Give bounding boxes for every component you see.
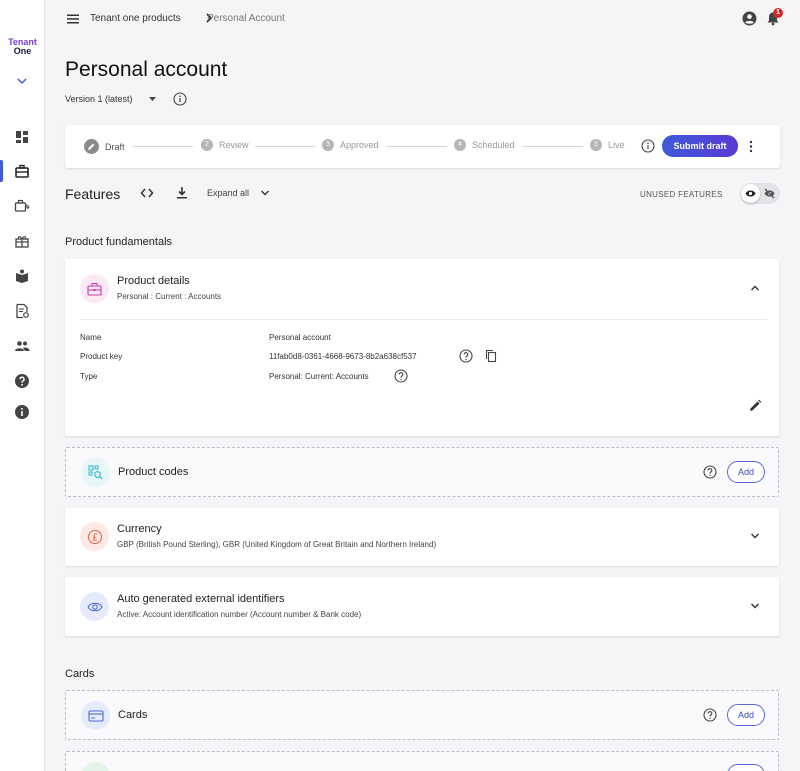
logo-line2: One (13, 46, 32, 56)
detail-label-product-key: Product key (80, 352, 123, 361)
download-icon[interactable] (176, 186, 188, 199)
identifiers-title: Auto generated external identifiers (117, 593, 285, 605)
product-codes-title: Product codes (118, 466, 189, 478)
active-indicator (0, 160, 3, 182)
detail-value-name: Personal account (269, 333, 331, 342)
cards-feature-title: Cards (118, 709, 148, 721)
identifiers-subtitle: Active: Account identification number (A… (117, 610, 362, 619)
notification-badge: 1 (773, 8, 783, 18)
section-product-fundamentals: Product fundamentals (65, 236, 173, 248)
eye-icon (741, 184, 760, 203)
chevron-up-icon[interactable] (750, 284, 760, 292)
dashboard-icon[interactable] (14, 129, 30, 145)
help-outline-icon[interactable] (459, 349, 473, 363)
step-connector (255, 146, 315, 147)
product-details-title: Product details (117, 275, 190, 287)
tenant-logo[interactable]: Tenant One (0, 38, 45, 56)
step-label: Approved (340, 140, 379, 150)
currency-subtitle: GBP (British Pound Sterling), GBR (Unite… (117, 540, 437, 549)
step-draft: Draft (84, 139, 125, 154)
step-review: 2 Review (201, 139, 249, 151)
svg-text:£: £ (91, 532, 97, 543)
sidebar: Tenant One (0, 0, 45, 771)
caret-down-icon[interactable] (148, 95, 157, 103)
unused-features-label: UNUSED FEATURES (640, 190, 723, 199)
code-icon[interactable] (140, 187, 154, 199)
briefcase-icon[interactable] (14, 163, 30, 179)
briefcase-wireless-icon[interactable] (14, 198, 30, 214)
version-select[interactable]: Version 1 (latest) (65, 94, 133, 104)
document-settings-icon[interactable] (14, 303, 30, 319)
more-vertical-icon[interactable] (748, 140, 754, 153)
step-label: Review (219, 140, 249, 150)
credit-card-icon (81, 701, 110, 730)
gift-icon[interactable] (14, 233, 30, 249)
step-live: 5 Live (590, 139, 625, 151)
submit-draft-button[interactable]: Submit draft (662, 135, 738, 157)
unused-features-toggle[interactable] (740, 183, 780, 204)
detail-value-type: Personal: Current: Accounts (269, 372, 369, 381)
breadcrumb-root[interactable]: Tenant one products (90, 13, 181, 24)
next-feature-card (65, 751, 779, 771)
expand-all-button[interactable]: Expand all (207, 188, 249, 198)
detail-value-product-key: 11fab0d8-0361-4668-9673-8b2a638cf537 (269, 352, 417, 361)
eye-off-icon (764, 188, 775, 199)
book-icon[interactable] (14, 268, 30, 284)
chevron-down-icon[interactable] (750, 532, 760, 540)
divider (80, 319, 767, 320)
info-outline-icon[interactable] (173, 92, 187, 106)
step-label: Scheduled (472, 140, 515, 150)
add-button[interactable] (727, 764, 765, 771)
currency-icon: £ (80, 522, 109, 551)
currency-card[interactable]: £ Currency GBP (British Pound Sterling),… (65, 508, 779, 566)
product-details-subtitle: Personal : Current : Accounts (117, 292, 222, 301)
pencil-icon (84, 139, 99, 154)
product-codes-card: Product codes Add (65, 447, 779, 497)
chevron-down-icon[interactable] (15, 74, 29, 88)
step-number: 4 (454, 139, 466, 151)
briefcase-icon (80, 274, 109, 303)
detail-label-name: Name (80, 333, 102, 342)
step-label: Draft (105, 141, 125, 152)
currency-title: Currency (117, 523, 162, 535)
add-product-codes-button[interactable]: Add (727, 461, 765, 483)
step-label: Live (608, 140, 625, 150)
page-title: Personal account (65, 58, 228, 81)
section-cards: Cards (65, 668, 95, 680)
chevron-down-icon[interactable] (750, 602, 760, 610)
step-number: 3 (322, 139, 334, 151)
info-icon[interactable] (14, 404, 30, 420)
qr-search-icon (81, 458, 110, 487)
menu-icon[interactable] (66, 12, 80, 26)
edit-icon[interactable] (748, 399, 762, 413)
info-outline-icon[interactable] (641, 139, 655, 153)
step-scheduled: 4 Scheduled (454, 139, 515, 151)
cards-feature-card: Cards Add (65, 690, 779, 740)
feature-icon (81, 762, 110, 771)
breadcrumb-current: Personal Account (207, 13, 285, 24)
top-bar: Tenant one products Personal Account 1 (45, 0, 800, 40)
product-details-card: Product details Personal : Current : Acc… (65, 259, 779, 436)
add-cards-button[interactable]: Add (727, 704, 765, 726)
eye-icon (80, 592, 109, 621)
account-icon[interactable] (742, 11, 757, 26)
step-connector (133, 146, 193, 147)
copy-icon[interactable] (484, 349, 498, 363)
chevron-down-icon[interactable] (260, 189, 270, 197)
step-approved: 3 Approved (322, 139, 379, 151)
detail-label-type: Type (80, 372, 98, 381)
step-number: 5 (590, 139, 602, 151)
workflow-stepper: Draft 2 Review 3 Approved 4 Scheduled 5 … (65, 125, 780, 168)
external-identifiers-card[interactable]: Auto generated external identifiers Acti… (65, 577, 779, 636)
help-icon[interactable] (14, 373, 30, 389)
step-connector (387, 146, 447, 147)
help-outline-icon[interactable] (703, 465, 717, 479)
help-outline-icon[interactable] (703, 708, 717, 722)
step-connector (523, 146, 583, 147)
step-number: 2 (201, 139, 213, 151)
people-icon[interactable] (14, 338, 30, 354)
help-outline-icon[interactable] (394, 369, 408, 383)
features-title: Features (65, 186, 121, 202)
